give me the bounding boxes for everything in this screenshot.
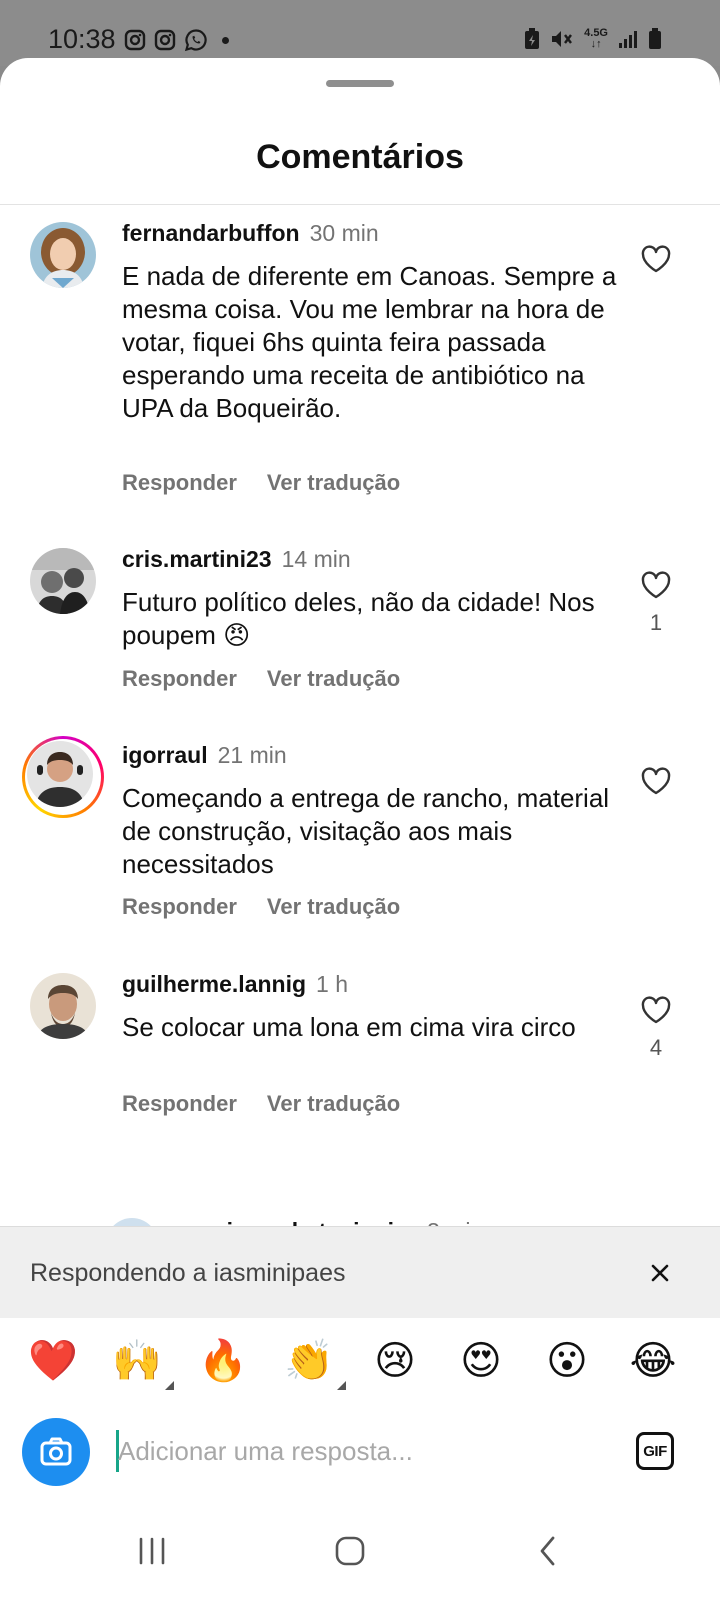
- avatar[interactable]: [30, 222, 96, 288]
- reply-input[interactable]: [118, 1426, 598, 1476]
- battery-saver-icon: [525, 28, 540, 49]
- status-left-icons: [124, 28, 229, 52]
- title-divider: [0, 204, 720, 205]
- comment-time: 21 min: [217, 742, 287, 768]
- status-time: 10:38: [48, 24, 116, 54]
- comment-actions: Responder Ver tradução: [122, 894, 400, 920]
- emoji-surprised-button[interactable]: 😮: [542, 1336, 592, 1386]
- emoji-glyph: 👏: [284, 1339, 334, 1383]
- skin-tone-indicator: [165, 1381, 174, 1390]
- story-ring[interactable]: [22, 736, 104, 818]
- close-icon[interactable]: [646, 1259, 674, 1287]
- avatar[interactable]: [30, 548, 96, 614]
- back-icon: [540, 1536, 555, 1566]
- comment-header: cris.martini23 14 min: [122, 546, 351, 573]
- comment-time: 1 h: [316, 971, 349, 997]
- emoji-fire-button[interactable]: 🔥: [198, 1336, 248, 1386]
- emoji-heart-button[interactable]: ❤️: [28, 1336, 78, 1386]
- comment-username[interactable]: igorraul: [122, 742, 208, 768]
- replying-banner: Respondendo a iasminipaes: [0, 1226, 720, 1319]
- comment-list[interactable]: fernandarbuffon 30 min E nada de diferent…: [0, 206, 720, 1284]
- system-navigation-bar: [0, 1502, 720, 1600]
- like-heart-icon[interactable]: [640, 244, 672, 274]
- network-type-icon: 4.5G ↓↑: [584, 27, 608, 50]
- like-count: 4: [649, 1035, 663, 1060]
- translate-link[interactable]: Ver tradução: [267, 1091, 400, 1117]
- like-count: 1: [649, 610, 663, 635]
- comment-actions: Responder Ver tradução: [122, 470, 400, 496]
- camera-button[interactable]: [22, 1418, 90, 1486]
- reply-link[interactable]: Responder: [122, 894, 237, 920]
- like-heart-icon[interactable]: [640, 766, 672, 796]
- network-type-label: 4.5G: [584, 27, 608, 39]
- notification-dot: [222, 36, 229, 44]
- status-right-icons: 4.5G ↓↑: [524, 28, 662, 50]
- comment-text: Começando a entrega de rancho, material …: [122, 783, 610, 879]
- skin-tone-indicator: [337, 1381, 346, 1390]
- quick-emoji-bar: ❤️ 🙌 🔥 👏 😢 😍 😮 😂: [0, 1318, 720, 1402]
- whatsapp-icon: [184, 29, 207, 52]
- translate-link[interactable]: Ver tradução: [267, 894, 400, 920]
- emoji-crying-button[interactable]: 😢: [370, 1336, 420, 1386]
- comment-username[interactable]: fernandarbuffon: [122, 220, 300, 246]
- comment-header: fernandarbuffon 30 min: [122, 220, 379, 247]
- reply-link[interactable]: Responder: [122, 1091, 237, 1117]
- emoji-glyph: 🙌: [112, 1339, 162, 1383]
- mute-icon: [552, 31, 573, 47]
- comment-actions: Responder Ver tradução: [122, 666, 400, 692]
- instagram-icon: [154, 29, 176, 51]
- recent-apps-icon: [139, 1537, 165, 1565]
- emoji-raised-hands-button[interactable]: 🙌: [112, 1336, 174, 1390]
- like-heart-icon[interactable]: [640, 570, 672, 600]
- emoji-heart-eyes-button[interactable]: 😍: [456, 1336, 506, 1386]
- comment-text: E nada de diferente em Canoas. Sempre a …: [122, 261, 617, 423]
- like-heart-icon[interactable]: [640, 995, 672, 1025]
- comment-username[interactable]: cris.martini23: [122, 546, 272, 572]
- back-button[interactable]: [518, 1526, 578, 1576]
- recent-apps-button[interactable]: [122, 1526, 182, 1576]
- comment-header: igorraul 21 min: [122, 742, 287, 769]
- camera-icon: [40, 1437, 72, 1466]
- comment-time: 14 min: [281, 546, 351, 572]
- emoji-laughing-button[interactable]: 😂: [628, 1336, 678, 1386]
- home-button[interactable]: [320, 1526, 380, 1576]
- comment-text: Se colocar uma lona em cima vira circo: [122, 1012, 576, 1042]
- comment-username[interactable]: guilherme.lannig: [122, 971, 306, 997]
- avatar: [27, 741, 93, 807]
- translate-link[interactable]: Ver tradução: [267, 666, 400, 692]
- comment-text: Futuro político deles, não da cidade! No…: [122, 587, 595, 650]
- reply-link[interactable]: Responder: [122, 666, 237, 692]
- reply-link[interactable]: Responder: [122, 470, 237, 496]
- comment-time: 30 min: [309, 220, 379, 246]
- status-bar: 10:38 4.5G ↓↑: [0, 0, 720, 66]
- instagram-icon: [124, 29, 146, 51]
- emoji-clap-button[interactable]: 👏: [284, 1336, 346, 1390]
- gif-button[interactable]: GIF: [636, 1432, 674, 1470]
- sheet-drag-handle[interactable]: [326, 80, 394, 87]
- avatar[interactable]: [30, 973, 96, 1039]
- comments-sheet: Comentários fernandarbuffon 30 min E nada…: [0, 58, 720, 1600]
- battery-icon: [649, 28, 661, 49]
- page-title: Comentários: [256, 138, 464, 176]
- translate-link[interactable]: Ver tradução: [267, 470, 400, 496]
- comment-actions: Responder Ver tradução: [122, 1091, 400, 1117]
- home-icon: [335, 1536, 365, 1566]
- replying-to-label: Respondendo a iasminipaes: [30, 1259, 346, 1287]
- comment-header: guilherme.lannig 1 h: [122, 971, 348, 998]
- signal-icon: [619, 31, 637, 48]
- reply-composer: GIF: [0, 1402, 720, 1502]
